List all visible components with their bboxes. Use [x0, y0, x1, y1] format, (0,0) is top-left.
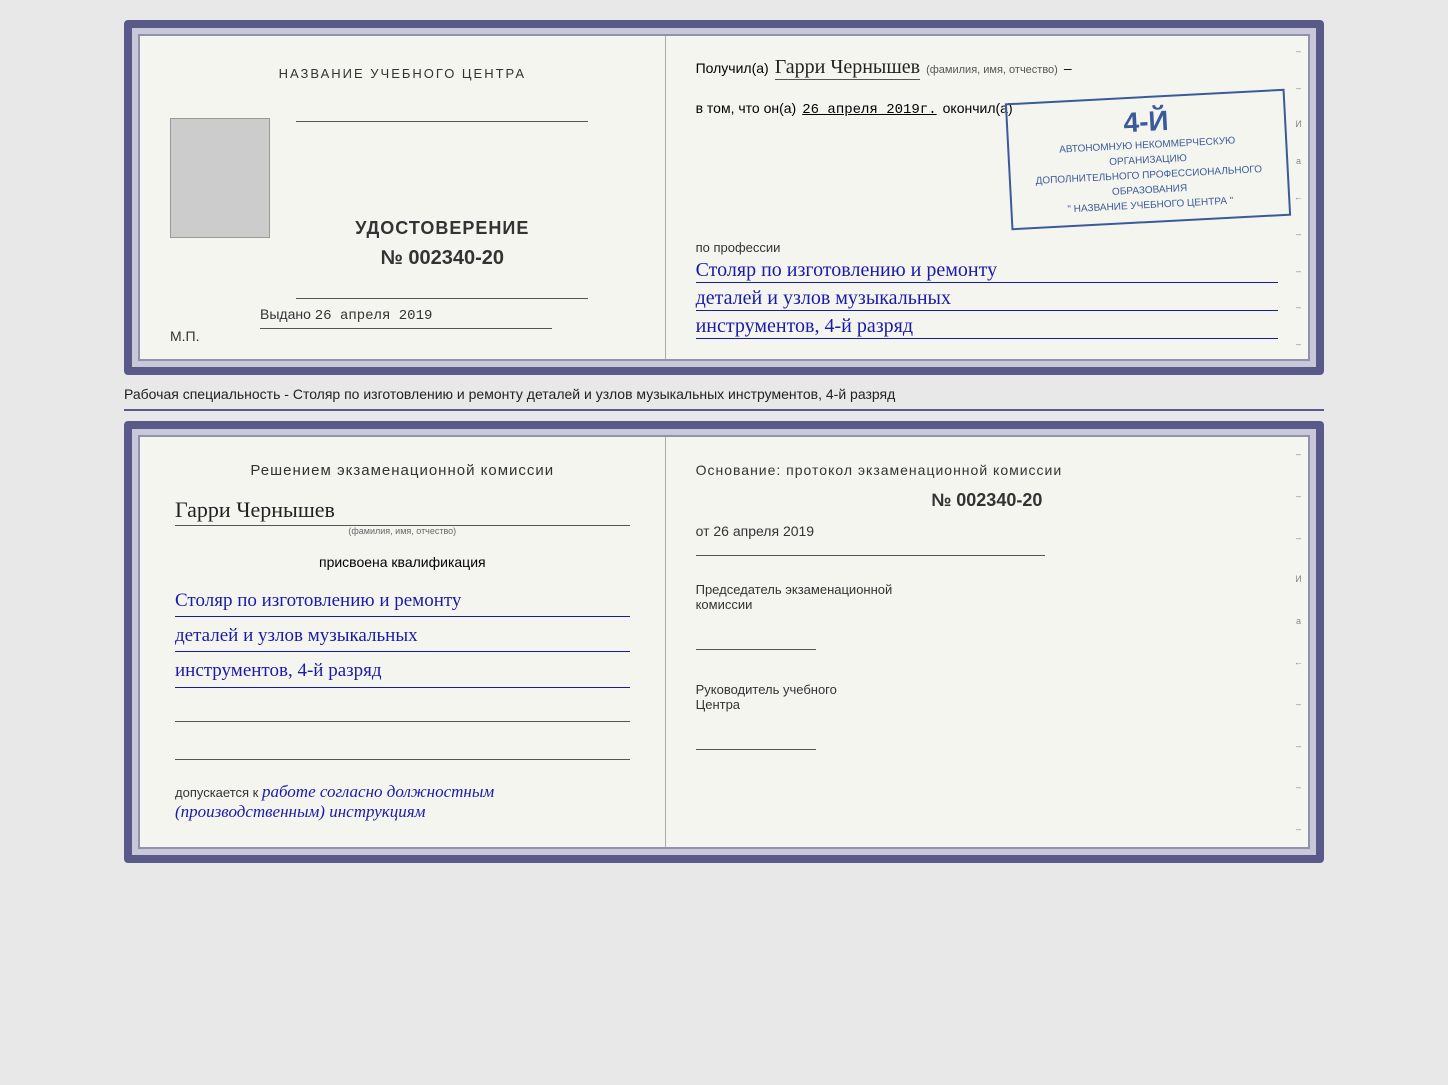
cert-number: № 002340-20: [381, 247, 505, 270]
admission-section: допускается к работе согласно должностны…: [175, 782, 630, 822]
document-container: НАЗВАНИЕ УЧЕБНОГО ЦЕНТРА УДОСТОВЕРЕНИЕ №…: [124, 20, 1324, 863]
underline1: [175, 702, 630, 722]
chairman-label: Председатель экзаменационнойкомиссии: [696, 582, 1278, 612]
chairman-signature-line: [696, 620, 816, 650]
back-pages-inner: Решением экзаменационной комиссии Гарри …: [138, 435, 1310, 849]
cert-photo-area: [170, 118, 270, 238]
decision-title: Решением экзаменационной комиссии: [175, 462, 630, 479]
stamp-box: 4-й АВТОНОМНУЮ НЕКОММЕРЧЕСКУЮ ОРГАНИЗАЦИ…: [1005, 89, 1291, 230]
cert-left: НАЗВАНИЕ УЧЕБНОГО ЦЕНТРА УДОСТОВЕРЕНИЕ №…: [140, 36, 666, 359]
head-signature-line: [696, 720, 816, 750]
recipient-name: Гарри Чернышев: [775, 56, 920, 80]
back-date-value: 26 апреля 2019: [713, 523, 814, 539]
head-label-text: Руководитель учебногоЦентра: [696, 682, 1278, 712]
profession-section: по профессии Столяр по изготовлению и ре…: [696, 240, 1278, 339]
certificate-inner: НАЗВАНИЕ УЧЕБНОГО ЦЕНТРА УДОСТОВЕРЕНИЕ №…: [138, 34, 1310, 361]
protocol-date: от 26 апреля 2019: [696, 523, 1278, 539]
right-edge-marks: – – И а ← – – – –: [1294, 36, 1303, 359]
head-section: Руководитель учебногоЦентра: [696, 682, 1278, 750]
underline2: [175, 740, 630, 760]
profession-line2: деталей и узлов музыкальных: [696, 287, 1278, 311]
right-edge-marks-back: – – – И а ← – – – –: [1294, 437, 1303, 847]
back-right: Основание: протокол экзаменационной коми…: [666, 437, 1308, 847]
cert-main-title: УДОСТОВЕРЕНИЕ: [355, 218, 529, 239]
received-label: Получил(а): [696, 60, 769, 76]
recipient-section: Получил(а) Гарри Чернышев (фамилия, имя,…: [696, 56, 1278, 80]
cert-title-top: НАЗВАНИЕ УЧЕБНОГО ЦЕНТРА: [279, 66, 526, 81]
profession-line3: инструментов, 4-й разряд: [696, 315, 1278, 339]
protocol-number: № 002340-20: [696, 490, 1278, 511]
back-name-section: Гарри Чернышев (фамилия, имя, отчество): [175, 497, 630, 536]
qual-line1: Столяр по изготовлению и ремонту: [175, 586, 630, 617]
back-left: Решением экзаменационной комиссии Гарри …: [140, 437, 666, 847]
completed-label: окончил(а): [943, 100, 1013, 116]
back-pages-outer: Решением экзаменационной комиссии Гарри …: [124, 421, 1324, 863]
qual-assigned-text: присвоена квалификация: [319, 554, 486, 570]
certificate-outer: НАЗВАНИЕ УЧЕБНОГО ЦЕНТРА УДОСТОВЕРЕНИЕ №…: [124, 20, 1324, 375]
cert-date-value: 26 апреля 2019г.: [802, 102, 936, 118]
back-fio-label: (фамилия, имя, отчество): [175, 526, 630, 536]
caption-text: Рабочая специальность - Столяр по изгото…: [124, 385, 1324, 411]
qualification-assigned-label: присвоена квалификация: [175, 554, 630, 572]
admission-label: допускается к: [175, 785, 258, 800]
issued-label: Выдано: [260, 306, 311, 322]
chairman-label-text: Председатель экзаменационнойкомиссии: [696, 582, 893, 612]
qual-line3: инструментов, 4-й разряд: [175, 656, 630, 687]
chairman-section: Председатель экзаменационнойкомиссии: [696, 582, 1278, 650]
qual-lines: Столяр по изготовлению и ремонту деталей…: [175, 582, 630, 688]
date-prefix: от: [696, 523, 710, 539]
head-label: Руководитель учебногоЦентра: [696, 682, 837, 712]
profession-label: по профессии: [696, 240, 1278, 255]
qual-line2: деталей и узлов музыкальных: [175, 621, 630, 652]
fio-label-top: (фамилия, имя, отчество): [926, 64, 1058, 76]
back-name-value: Гарри Чернышев: [175, 497, 630, 526]
cert-right: Получил(а) Гарри Чернышев (фамилия, имя,…: [666, 36, 1308, 359]
issued-date: 26 апреля 2019: [315, 308, 433, 324]
profession-line1: Столяр по изготовлению и ремонту: [696, 259, 1278, 283]
basis-label: Основание: протокол экзаменационной коми…: [696, 462, 1278, 478]
divider-right1: [696, 555, 1045, 556]
cert-mp-label: М.П.: [170, 328, 200, 344]
in-that-label: в том, что он(а): [696, 100, 797, 116]
